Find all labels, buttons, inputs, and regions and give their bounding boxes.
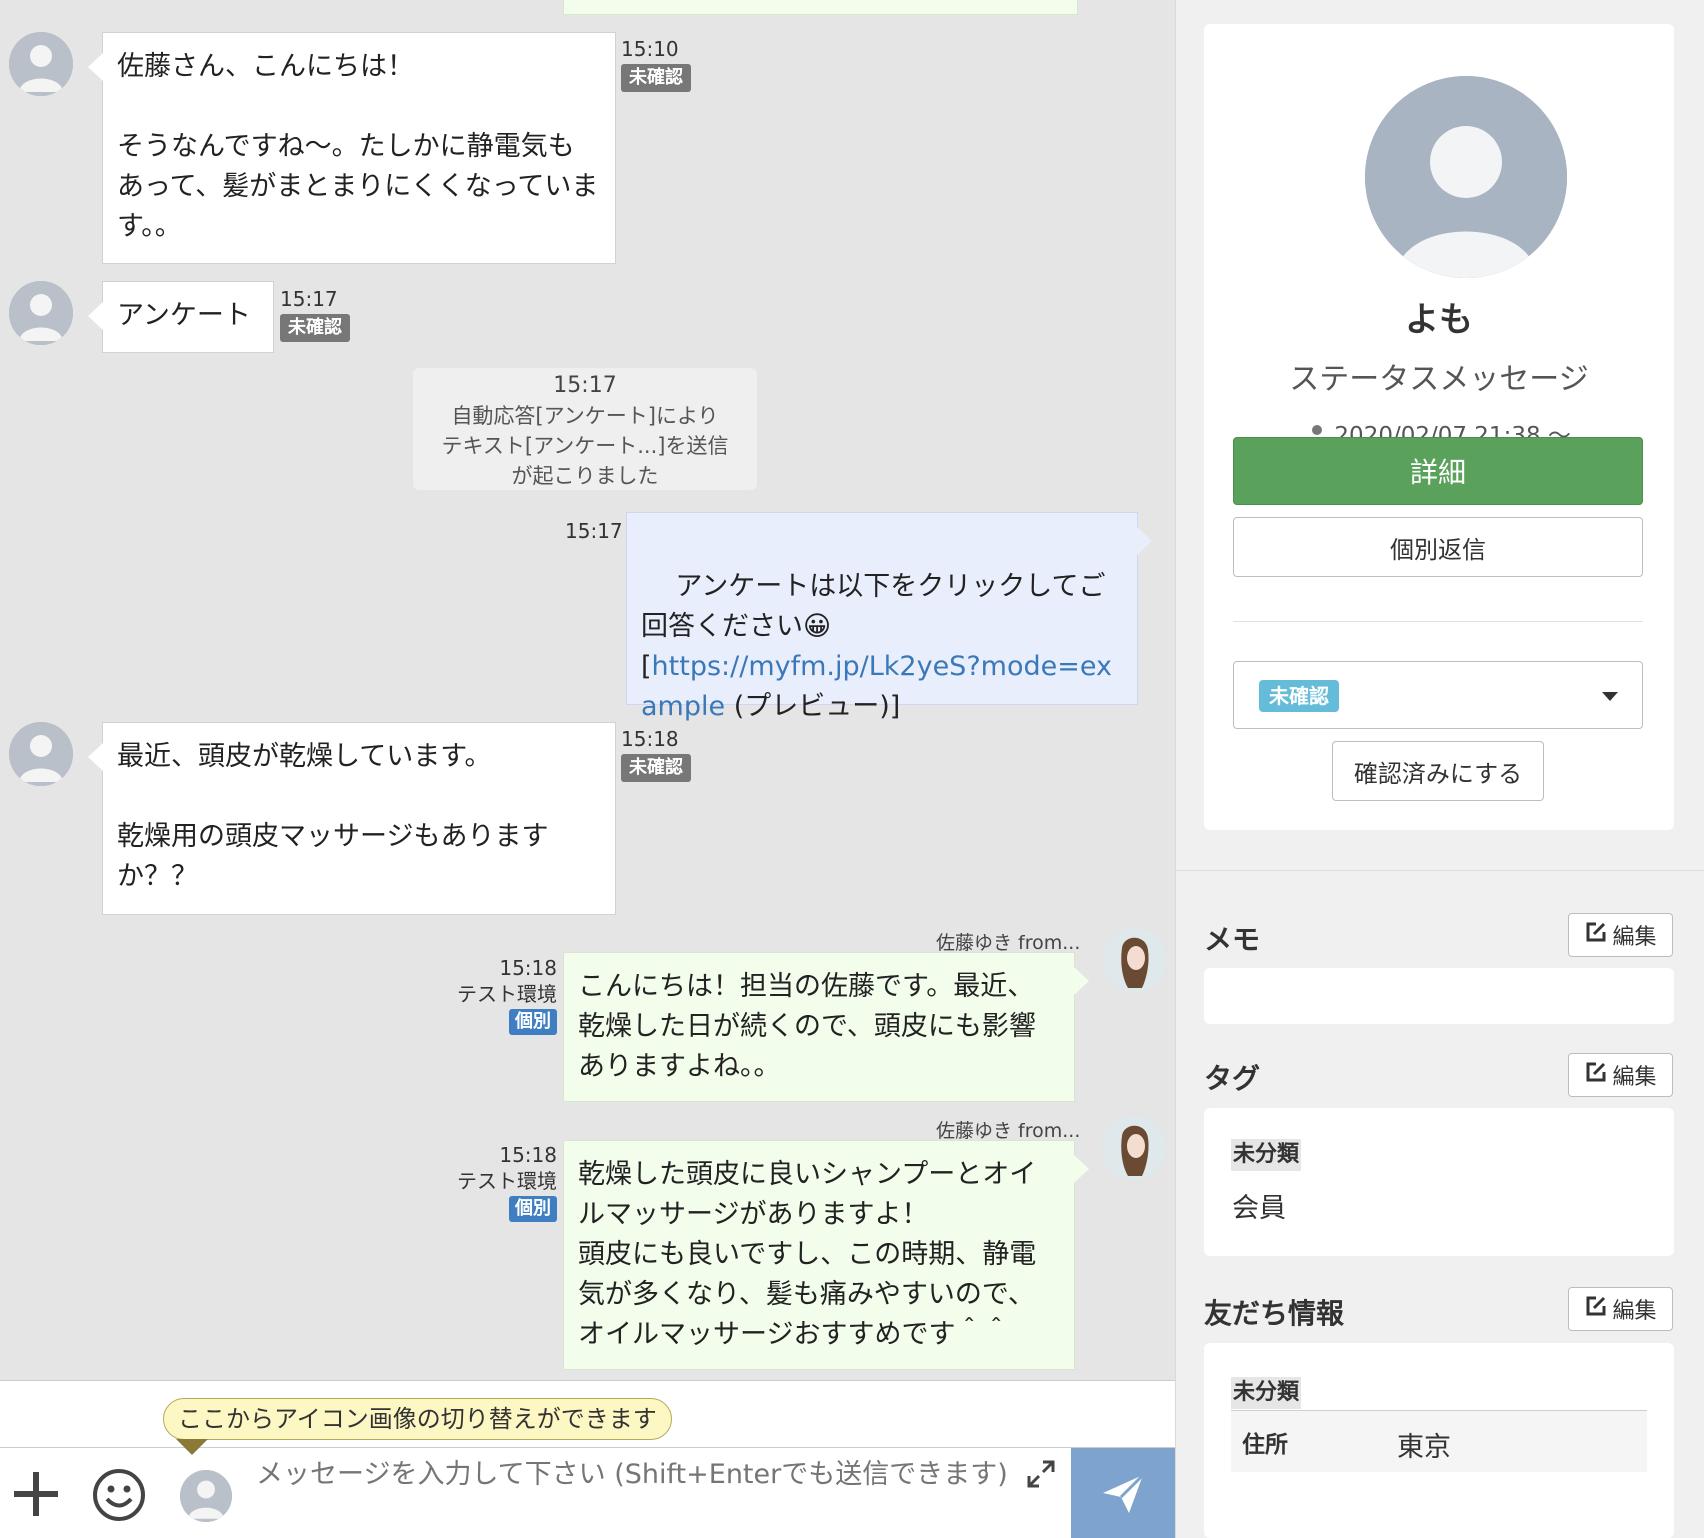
operator-avatar[interactable]: [1102, 1116, 1166, 1180]
user-avatar[interactable]: [9, 281, 73, 345]
edit-label: 編集: [1612, 1299, 1657, 1324]
system-message: 15:17 自動応答[アンケート]により テキスト[アンケート...]を送信 が…: [413, 368, 757, 490]
profile-card: よも ステータスメッセージ 2020/02/07 21:38 〜 詳細 個別返信…: [1204, 24, 1674, 830]
send-icon: [1103, 1473, 1145, 1513]
auto-reply-bubble: アンケートは以下をクリックしてご回答ください😀 [https://myfm.jp…: [626, 512, 1152, 722]
memo-edit-button[interactable]: 編集: [1568, 913, 1673, 957]
message-time: 15:18: [621, 727, 679, 751]
friend-info-edit-button[interactable]: 編集: [1568, 1287, 1673, 1331]
person-icon: [180, 1470, 232, 1522]
friend-info-field-label: 住所: [1242, 1432, 1288, 1458]
operator-message-bubble: 乾燥した頭皮に良いシャンプーとオイルマッサージがありますよ！ 頭皮にも良いですし…: [563, 1140, 1089, 1370]
unread-badge: 未確認: [621, 754, 691, 782]
system-message-line: 自動応答[アンケート]により: [451, 404, 719, 428]
icon-switch-tooltip: ここからアイコン画像の切り替えができます: [163, 1398, 672, 1455]
operator-photo-icon: [1102, 928, 1166, 992]
tag-item: 会員: [1232, 1193, 1286, 1224]
edit-label: 編集: [1612, 925, 1657, 950]
memo-title: メモ: [1204, 923, 1261, 956]
system-message-line: が起こりました: [511, 464, 659, 488]
tags-title: タグ: [1204, 1062, 1261, 1095]
message-meta: 15:18 テスト環境 個別: [430, 1142, 557, 1222]
previous-message-bubble: [563, 0, 1078, 15]
auto-reply-suffix: (プレビュー)]: [725, 691, 901, 722]
edit-icon: [1584, 1060, 1608, 1090]
system-message-line: テキスト[アンケート...]を送信: [441, 434, 729, 458]
status-select[interactable]: 未確認: [1233, 661, 1643, 729]
tags-edit-button[interactable]: 編集: [1568, 1053, 1673, 1097]
user-avatar[interactable]: [9, 722, 73, 786]
system-message-time: 15:17: [553, 373, 617, 398]
sidebar-divider: [1176, 870, 1704, 871]
detail-button[interactable]: 詳細: [1233, 437, 1643, 505]
tag-category: 未分類: [1231, 1139, 1302, 1171]
caret-down-icon: [1602, 692, 1618, 701]
status-label: 未確認: [1259, 680, 1339, 712]
profile-avatar: [1365, 76, 1567, 278]
operator-message-bubble: こんにちは！担当の佐藤です。最近、乾燥した日が続くので、頭皮にも影響ありますよね…: [563, 952, 1089, 1102]
message-bubble: アンケート: [88, 281, 274, 353]
unread-badge: 未確認: [621, 64, 691, 92]
message-time: 15:10: [621, 37, 679, 61]
sender-name: 佐藤ゆき from...: [936, 1120, 1081, 1142]
person-icon: [1365, 76, 1567, 278]
message-bubble: 最近、頭皮が乾燥しています。 乾燥用の頭皮マッサージもありますか？？: [88, 722, 616, 915]
person-icon: [9, 281, 73, 345]
person-icon: [9, 32, 73, 96]
message-meta: 15:18 テスト環境 個別: [430, 955, 557, 1035]
user-avatar[interactable]: [9, 32, 73, 96]
tags-card: 未分類 会員: [1204, 1108, 1674, 1256]
status-message: ステータスメッセージ: [1289, 362, 1589, 397]
environment-label: テスト環境: [457, 1169, 557, 1193]
individual-badge: 個別: [509, 1009, 557, 1035]
message-time: 15:17: [565, 519, 623, 543]
message-input[interactable]: [256, 1448, 1026, 1538]
individual-reply-button[interactable]: 個別返信: [1233, 517, 1643, 577]
friend-info-card: 未分類 住所 東京: [1204, 1343, 1674, 1538]
profile-name: よも: [1405, 300, 1473, 340]
person-icon: [9, 722, 73, 786]
environment-label: テスト環境: [457, 982, 557, 1006]
friend-info-title: 友だち情報: [1204, 1297, 1345, 1330]
operator-avatar[interactable]: [1102, 928, 1166, 992]
expand-icon[interactable]: [1025, 1458, 1057, 1490]
divider: [1233, 621, 1643, 622]
emoji-icon[interactable]: [92, 1468, 146, 1522]
message-time: 15:17: [280, 287, 338, 311]
mark-confirmed-button[interactable]: 確認済みにする: [1332, 741, 1544, 801]
operator-photo-icon: [1102, 1116, 1166, 1180]
edit-icon: [1584, 1294, 1608, 1324]
message-bubble: 佐藤さん、こんにちは！ そうなんですね〜。たしかに静電気もあって、髪がまとまりに…: [88, 32, 616, 264]
message-time: 15:18: [499, 956, 557, 980]
memo-card: [1204, 968, 1674, 1024]
individual-badge: 個別: [509, 1196, 557, 1222]
send-button[interactable]: [1071, 1448, 1175, 1538]
edit-label: 編集: [1612, 1065, 1657, 1090]
friend-info-field-value: 東京: [1397, 1432, 1451, 1463]
unread-badge: 未確認: [280, 314, 350, 342]
friend-info-category: 未分類: [1231, 1377, 1302, 1409]
chat-pane[interactable]: 佐藤さん、こんにちは！ そうなんですね〜。たしかに静電気もあって、髪がまとまりに…: [0, 0, 1175, 1380]
plus-icon[interactable]: [10, 1468, 62, 1520]
friend-sidebar: よも ステータスメッセージ 2020/02/07 21:38 〜 詳細 個別返信…: [1175, 0, 1704, 1538]
edit-icon: [1584, 920, 1608, 950]
sender-icon-switcher[interactable]: [180, 1470, 232, 1522]
friend-info-row: 住所 東京: [1231, 1410, 1647, 1472]
message-time: 15:18: [499, 1143, 557, 1167]
sender-name: 佐藤ゆき from...: [936, 932, 1081, 954]
